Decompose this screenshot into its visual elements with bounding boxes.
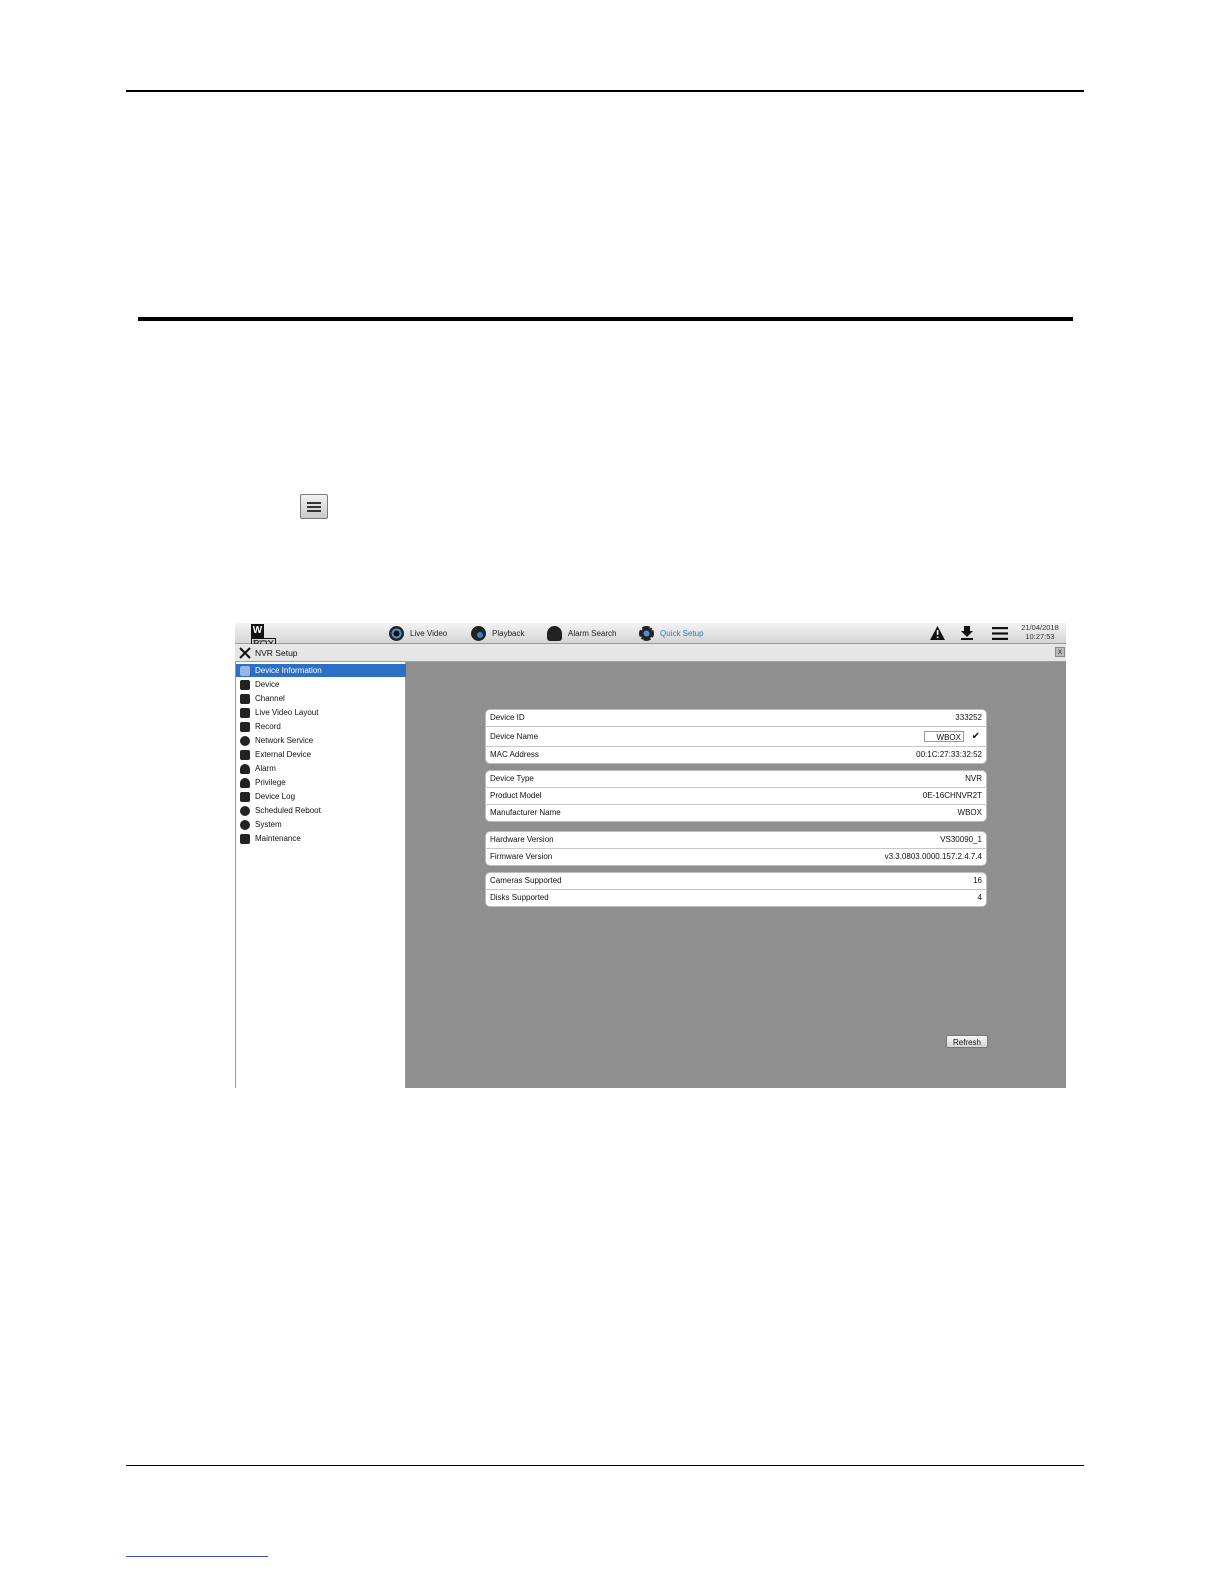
sidebar-item-system[interactable]: System	[236, 818, 406, 831]
row-manufacturer: Manufacturer Name WBOX	[490, 808, 982, 817]
date-text: 21/04/2018	[1021, 623, 1059, 632]
row-disks-supported: Disks Supported 4	[490, 893, 982, 902]
sidebar-item-network-service[interactable]: Network Service	[236, 734, 406, 747]
sidebar-item-device-information[interactable]: Device Information	[236, 664, 406, 677]
row-cameras-supported: Cameras Supported 16	[486, 873, 986, 890]
row-device-type: Device Type NVR	[486, 771, 986, 788]
device-info-icon	[240, 666, 250, 676]
main-menu-icon[interactable]	[992, 627, 1008, 640]
row-device-name: Device Name WBOX ✔	[486, 727, 986, 747]
panel-type: Device Type NVR Product Model 0E-16CHNVR2T…	[485, 770, 987, 822]
footer-rule	[126, 1465, 1084, 1466]
nav-playback[interactable]: Playback	[471, 625, 524, 642]
privilege-icon	[240, 778, 250, 788]
row-hardware-version: Hardware Version VS30090_1	[486, 832, 986, 849]
alarm-icon	[240, 764, 250, 774]
external-device-icon	[240, 750, 250, 760]
close-button[interactable]: x	[1055, 647, 1065, 657]
sidebar-item-privilege[interactable]: Privilege	[236, 776, 406, 789]
panel-capacity: Cameras Supported 16 Disks Supported 4	[485, 872, 987, 907]
sidebar-item-maintenance[interactable]: Maintenance	[236, 832, 406, 845]
sidebar-item-alarm[interactable]: Alarm	[236, 762, 406, 775]
sidebar-item-channel[interactable]: Channel	[236, 692, 406, 705]
nvr-screenshot: WBOX by Hikvision Live Video Playback Al…	[235, 623, 1066, 1088]
footer-link-underline[interactable]	[126, 1556, 268, 1557]
device-icon	[240, 680, 250, 690]
maintenance-icon	[240, 834, 250, 844]
sidebar: Device Information Device Channel Live V…	[235, 662, 406, 1088]
refresh-button[interactable]: Refresh	[946, 1035, 988, 1048]
datetime: 21/04/2018 10:27:53	[1017, 623, 1063, 641]
download-icon[interactable]	[960, 626, 974, 640]
sidebar-item-device[interactable]: Device	[236, 678, 406, 691]
nav-alarm-search[interactable]: Alarm Search	[547, 625, 616, 642]
window-titlebar: NVR Setup x	[235, 644, 1066, 662]
window-title: NVR Setup	[255, 648, 298, 658]
panel-versions: Hardware Version VS30090_1 Firmware Versi…	[485, 831, 987, 866]
sidebar-item-device-log[interactable]: Device Log	[236, 790, 406, 803]
top-bar: WBOX by Hikvision Live Video Playback Al…	[235, 623, 1066, 652]
row-device-id: Device ID 333252	[486, 710, 986, 727]
row-mac-address: MAC Address 00:1C:27:33:32:52	[490, 750, 982, 759]
system-icon	[240, 820, 250, 830]
time-text: 10:27:53	[1025, 632, 1055, 641]
section-rule	[138, 317, 1073, 321]
nav-live-video[interactable]: Live Video	[389, 625, 447, 642]
layout-icon	[240, 708, 250, 718]
row-firmware-version: Firmware Version v3.3.0803.0000.157.2.4.7…	[490, 852, 982, 861]
live-video-icon	[389, 626, 404, 641]
tools-icon	[239, 647, 251, 659]
alarm-search-icon	[547, 626, 562, 641]
record-icon	[240, 722, 250, 732]
warning-icon[interactable]	[930, 626, 945, 640]
wbox-logo: WBOX by Hikvision	[251, 624, 287, 652]
quick-setup-icon	[639, 626, 654, 641]
header-rule	[126, 90, 1084, 92]
network-icon	[240, 736, 250, 746]
menu-icon	[300, 494, 328, 519]
confirm-check-icon[interactable]: ✔	[972, 727, 980, 746]
device-name-input[interactable]: WBOX	[924, 731, 964, 742]
panel-identity: Device ID 333252 Device Name WBOX ✔ MAC A…	[485, 709, 987, 764]
nav-quick-setup[interactable]: Quick Setup	[639, 625, 704, 642]
row-product-model: Product Model 0E-16CHNVR2T	[486, 788, 986, 805]
playback-icon	[471, 626, 486, 641]
channel-icon	[240, 694, 250, 704]
sidebar-item-scheduled-reboot[interactable]: Scheduled Reboot	[236, 804, 406, 817]
sidebar-item-live-video-layout[interactable]: Live Video Layout	[236, 706, 406, 719]
device-log-icon	[240, 792, 250, 802]
sidebar-item-record[interactable]: Record	[236, 720, 406, 733]
sidebar-item-external-device[interactable]: External Device	[236, 748, 406, 761]
reboot-icon	[240, 806, 250, 816]
